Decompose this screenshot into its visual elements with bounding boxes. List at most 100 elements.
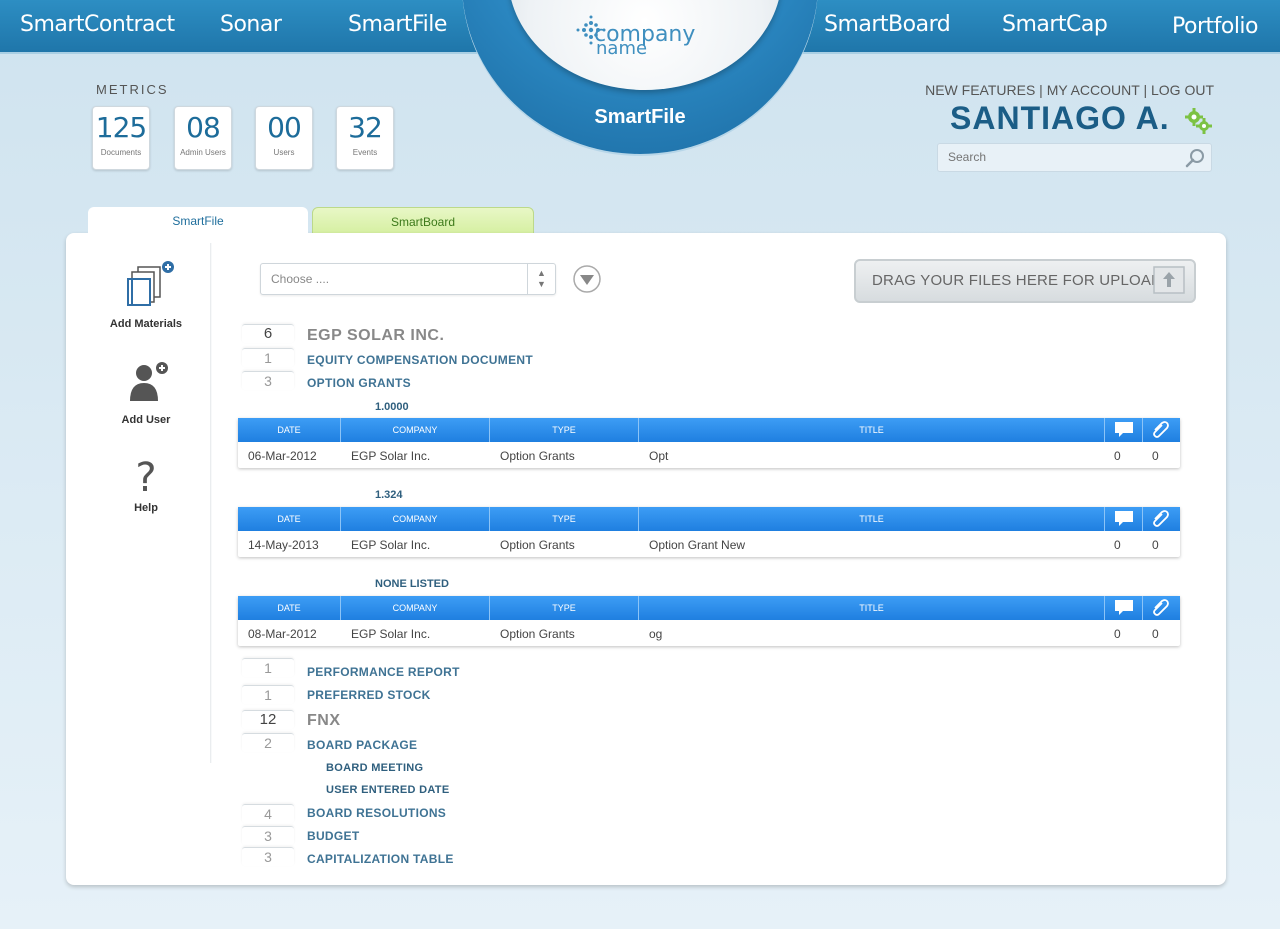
search-box xyxy=(937,143,1212,172)
col-comments[interactable] xyxy=(1105,418,1143,442)
user-name: SANTIAGO A. xyxy=(950,100,1170,136)
cell-title[interactable]: Option Grant New xyxy=(649,538,745,552)
metric-label: Events xyxy=(352,148,378,157)
col-date[interactable]: DATE xyxy=(238,418,341,442)
egp-count: 6 xyxy=(242,324,294,343)
company-fnx[interactable]: FNX xyxy=(307,712,341,730)
version-label: 1.0000 xyxy=(375,401,409,413)
choose-select-value: Choose .... xyxy=(271,272,330,286)
add-materials-icon xyxy=(127,261,174,306)
log-out-link[interactable]: LOG OUT xyxy=(1151,82,1214,98)
upload-label: DRAG YOUR FILES HERE FOR UPLOAD xyxy=(872,272,1163,289)
add-user-button[interactable]: Add User xyxy=(106,361,186,426)
col-date[interactable]: DATE xyxy=(238,596,341,620)
tab-smartfile[interactable]: SmartFile xyxy=(88,207,308,235)
cell-attachments: 0 xyxy=(1152,627,1159,641)
version-label: NONE LISTED xyxy=(375,578,449,590)
company-egp-solar[interactable]: EGP SOLAR INC. xyxy=(307,327,444,345)
nav-sonar[interactable]: Sonar xyxy=(220,12,282,37)
cell-date[interactable]: 08-Mar-2012 xyxy=(248,627,317,641)
metric-documents: 125 Documents xyxy=(92,106,150,170)
capitalization-count: 3 xyxy=(242,847,294,866)
col-type[interactable]: TYPE xyxy=(490,507,639,531)
paperclip-icon xyxy=(1153,421,1169,438)
col-date[interactable]: DATE xyxy=(238,507,341,531)
col-company[interactable]: COMPANY xyxy=(341,507,490,531)
cell-comments: 0 xyxy=(1114,449,1121,463)
col-comments[interactable] xyxy=(1105,596,1143,620)
col-attachments[interactable] xyxy=(1143,507,1180,531)
metric-events: 32 Events xyxy=(336,106,394,170)
col-title[interactable]: TITLE xyxy=(639,596,1105,620)
col-attachments[interactable] xyxy=(1143,418,1180,442)
main-panel: Add Materials Add User ? Help Choose ...… xyxy=(66,233,1226,885)
folder-board-package[interactable]: BOARD PACKAGE xyxy=(307,738,417,752)
col-comments[interactable] xyxy=(1105,507,1143,531)
folder-preferred-stock[interactable]: PREFERRED STOCK xyxy=(307,688,431,702)
folder-budget[interactable]: BUDGET xyxy=(307,829,359,843)
board-package-count: 2 xyxy=(242,733,294,752)
metrics-title: METRICS xyxy=(96,82,169,97)
upload-arrow-icon xyxy=(1153,266,1185,294)
col-title[interactable]: TITLE xyxy=(639,507,1105,531)
add-materials-label: Add Materials xyxy=(109,318,183,330)
cell-attachments: 0 xyxy=(1152,538,1159,552)
search-icon[interactable] xyxy=(1185,148,1205,168)
folder-performance-report[interactable]: PERFORMANCE REPORT xyxy=(307,665,460,679)
upload-drop-zone[interactable]: DRAG YOUR FILES HERE FOR UPLOAD xyxy=(854,259,1196,303)
col-title[interactable]: TITLE xyxy=(639,418,1105,442)
folder-equity-compensation[interactable]: EQUITY COMPENSATION DOCUMENT xyxy=(307,353,533,367)
col-type[interactable]: TYPE xyxy=(490,418,639,442)
equity-count: 1 xyxy=(242,348,294,367)
metric-value: 08 xyxy=(186,111,221,144)
cell-date[interactable]: 14-May-2013 xyxy=(248,538,319,552)
folder-option-grants[interactable]: OPTION GRANTS xyxy=(307,376,411,390)
my-account-link[interactable]: MY ACCOUNT xyxy=(1047,82,1140,98)
nav-smartboard[interactable]: SmartBoard xyxy=(824,12,951,37)
add-user-label: Add User xyxy=(121,414,171,426)
cell-date[interactable]: 06-Mar-2012 xyxy=(248,449,317,463)
col-type[interactable]: TYPE xyxy=(490,596,639,620)
grid-header: DATE COMPANY TYPE TITLE xyxy=(238,507,1180,531)
cell-title[interactable]: Opt xyxy=(649,449,668,463)
document-grid-2: DATE COMPANY TYPE TITLE 14-May-2013 EGP … xyxy=(238,507,1180,557)
folder-capitalization-table[interactable]: CAPITALIZATION TABLE xyxy=(307,852,454,866)
col-company[interactable]: COMPANY xyxy=(341,418,490,442)
grid-header: DATE COMPANY TYPE TITLE xyxy=(238,418,1180,442)
search-input[interactable] xyxy=(946,149,1170,165)
current-app-caption: SmartFile xyxy=(594,106,686,128)
cell-title[interactable]: og xyxy=(649,627,662,641)
new-features-link[interactable]: NEW FEATURES xyxy=(925,82,1035,98)
col-company[interactable]: COMPANY xyxy=(341,596,490,620)
subfolder-user-entered-date[interactable]: USER ENTERED DATE xyxy=(326,784,449,796)
dropdown-toggle-icon[interactable] xyxy=(572,264,602,294)
board-resolutions-count: 4 xyxy=(242,804,294,823)
settings-gear-icon[interactable] xyxy=(1184,108,1212,134)
comment-icon xyxy=(1115,422,1133,437)
choose-select[interactable]: Choose .... ▲ ▼ xyxy=(260,263,556,295)
cell-company[interactable]: EGP Solar Inc. xyxy=(351,449,430,463)
cell-company[interactable]: EGP Solar Inc. xyxy=(351,627,430,641)
help-question-icon: ? xyxy=(135,455,156,501)
nav-smartcontract[interactable]: SmartContract xyxy=(20,12,175,37)
comment-icon xyxy=(1115,600,1133,615)
metric-value: 32 xyxy=(348,111,383,144)
add-materials-button[interactable]: Add Materials xyxy=(106,261,186,330)
metric-value: 00 xyxy=(267,111,302,144)
cell-type[interactable]: Option Grants xyxy=(500,449,575,463)
cell-attachments: 0 xyxy=(1152,449,1159,463)
folder-board-resolutions[interactable]: BOARD RESOLUTIONS xyxy=(307,806,446,820)
svg-text:?: ? xyxy=(135,455,156,495)
col-attachments[interactable] xyxy=(1143,596,1180,620)
budget-count: 3 xyxy=(242,826,294,845)
nav-portfolio[interactable]: Portfolio xyxy=(1172,14,1259,39)
cell-type[interactable]: Option Grants xyxy=(500,538,575,552)
version-label: 1.324 xyxy=(375,489,403,501)
cell-company[interactable]: EGP Solar Inc. xyxy=(351,538,430,552)
nav-smartcap[interactable]: SmartCap xyxy=(1002,12,1108,37)
nav-smartfile[interactable]: SmartFile xyxy=(348,12,447,37)
subfolder-board-meeting[interactable]: BOARD MEETING xyxy=(326,762,423,774)
cell-type[interactable]: Option Grants xyxy=(500,627,575,641)
metric-users: 00 Users xyxy=(255,106,313,170)
help-button[interactable]: ? Help xyxy=(106,455,186,514)
